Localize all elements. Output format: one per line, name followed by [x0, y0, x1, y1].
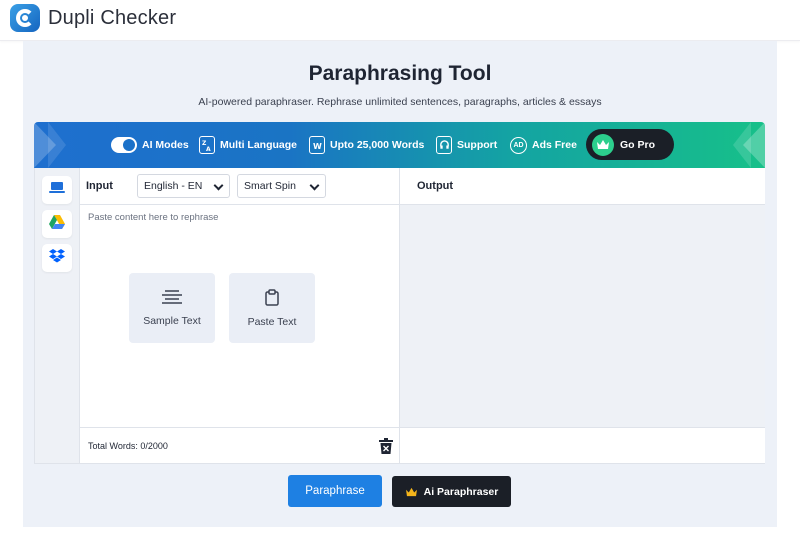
paraphrase-button[interactable]: Paraphrase [288, 475, 382, 507]
brand-name: Dupli Checker [48, 6, 177, 29]
language-value: English - EN [144, 180, 203, 192]
input-textarea[interactable]: Paste content here to rephrase [88, 212, 218, 223]
ad-icon: AD [510, 136, 527, 154]
editor-area: Input English - EN Smart Spin Paste cont… [34, 168, 765, 464]
clipboard-icon [265, 288, 279, 311]
logo-icon [10, 4, 40, 32]
document-icon: W [309, 136, 325, 154]
paste-text-button[interactable]: Paste Text [229, 273, 315, 343]
ai-paraphraser-button[interactable]: Ai Paraphraser [392, 476, 511, 507]
upload-sidebar [35, 168, 80, 463]
chevron-down-icon [213, 180, 224, 191]
chevron-decoration-right-inner [733, 122, 751, 168]
input-pane: Input English - EN Smart Spin Paste cont… [80, 168, 400, 463]
language-icon: ZA [199, 136, 215, 154]
go-pro-button[interactable]: Go Pro [586, 129, 674, 160]
brand-logo[interactable]: Dupli Checker [10, 4, 176, 32]
feature-multi-language: ZA Multi Language [199, 122, 297, 168]
output-header: Output [400, 168, 765, 205]
sidebar-item-local-upload[interactable] [42, 176, 72, 204]
page-subtitle: AI-powered paraphraser. Rephrase unlimit… [198, 96, 602, 108]
feature-label: Upto 25,000 Words [330, 139, 425, 151]
ai-paraphraser-label: Ai Paraphraser [423, 485, 499, 498]
feature-banner: AI Modes ZA Multi Language W Upto 25,000… [34, 122, 765, 168]
input-header: Input English - EN Smart Spin [80, 168, 399, 205]
output-label: Output [417, 180, 454, 192]
svg-text:A: A [206, 146, 211, 151]
toggle-icon[interactable] [111, 137, 137, 153]
mode-select[interactable]: Smart Spin [237, 174, 326, 198]
chevron-decoration-left-inner [48, 122, 66, 168]
output-pane: Output [400, 168, 765, 463]
paste-text-label: Paste Text [247, 315, 297, 328]
dropbox-icon [49, 248, 65, 268]
input-label: Input [86, 180, 113, 192]
sample-text-button[interactable]: Sample Text [129, 273, 215, 343]
svg-text:W: W [313, 142, 322, 150]
headset-icon [436, 136, 452, 154]
output-textarea[interactable] [400, 205, 765, 427]
output-footer [400, 427, 765, 463]
crown-icon [405, 487, 418, 497]
feature-ai-modes[interactable]: AI Modes [111, 122, 189, 168]
feature-word-limit: W Upto 25,000 Words [309, 122, 424, 168]
mode-value: Smart Spin [244, 180, 296, 192]
sample-text-label: Sample Text [143, 315, 201, 327]
chevron-down-icon [309, 180, 320, 191]
trash-icon[interactable] [379, 438, 393, 459]
word-count: Total Words: 0/2000 [88, 441, 168, 451]
feature-label: Support [457, 139, 498, 151]
feature-label: AI Modes [142, 139, 189, 151]
sidebar-item-google-drive[interactable] [42, 210, 72, 238]
sidebar-item-dropbox[interactable] [42, 244, 72, 272]
page-title: Paraphrasing Tool [308, 62, 492, 85]
top-bar: Dupli Checker [0, 0, 800, 41]
laptop-icon [49, 181, 65, 199]
feature-label: Multi Language [220, 139, 297, 151]
input-footer: Total Words: 0/2000 [80, 427, 399, 463]
feature-ads-free: AD Ads Free [510, 122, 577, 168]
language-select[interactable]: English - EN [137, 174, 230, 198]
feature-support: Support [436, 122, 497, 168]
google-drive-icon [49, 214, 65, 234]
go-pro-label: Go Pro [620, 138, 656, 151]
text-lines-icon [162, 289, 182, 310]
crown-icon [592, 133, 614, 156]
feature-label: Ads Free [532, 139, 577, 151]
